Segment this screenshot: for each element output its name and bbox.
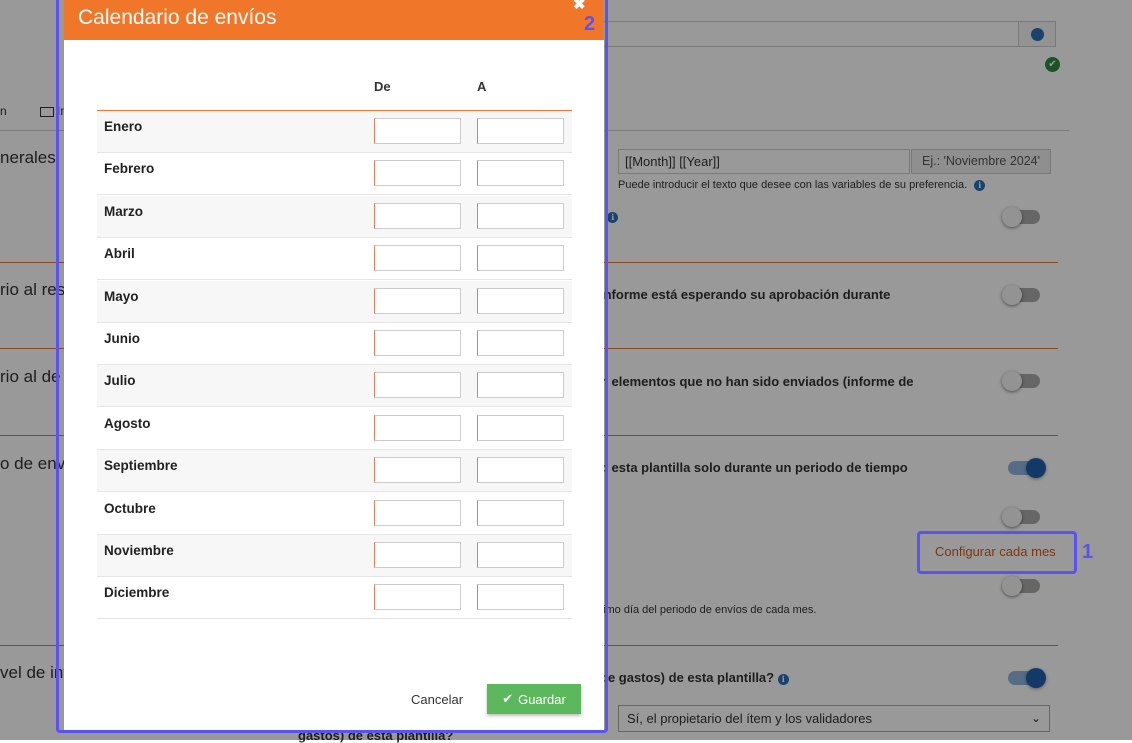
annotation-box-modal [56,0,608,733]
annotation-number: 2 [584,13,596,35]
annotation-box-config [917,531,1077,574]
annotation-number: 1 [1082,541,1094,563]
